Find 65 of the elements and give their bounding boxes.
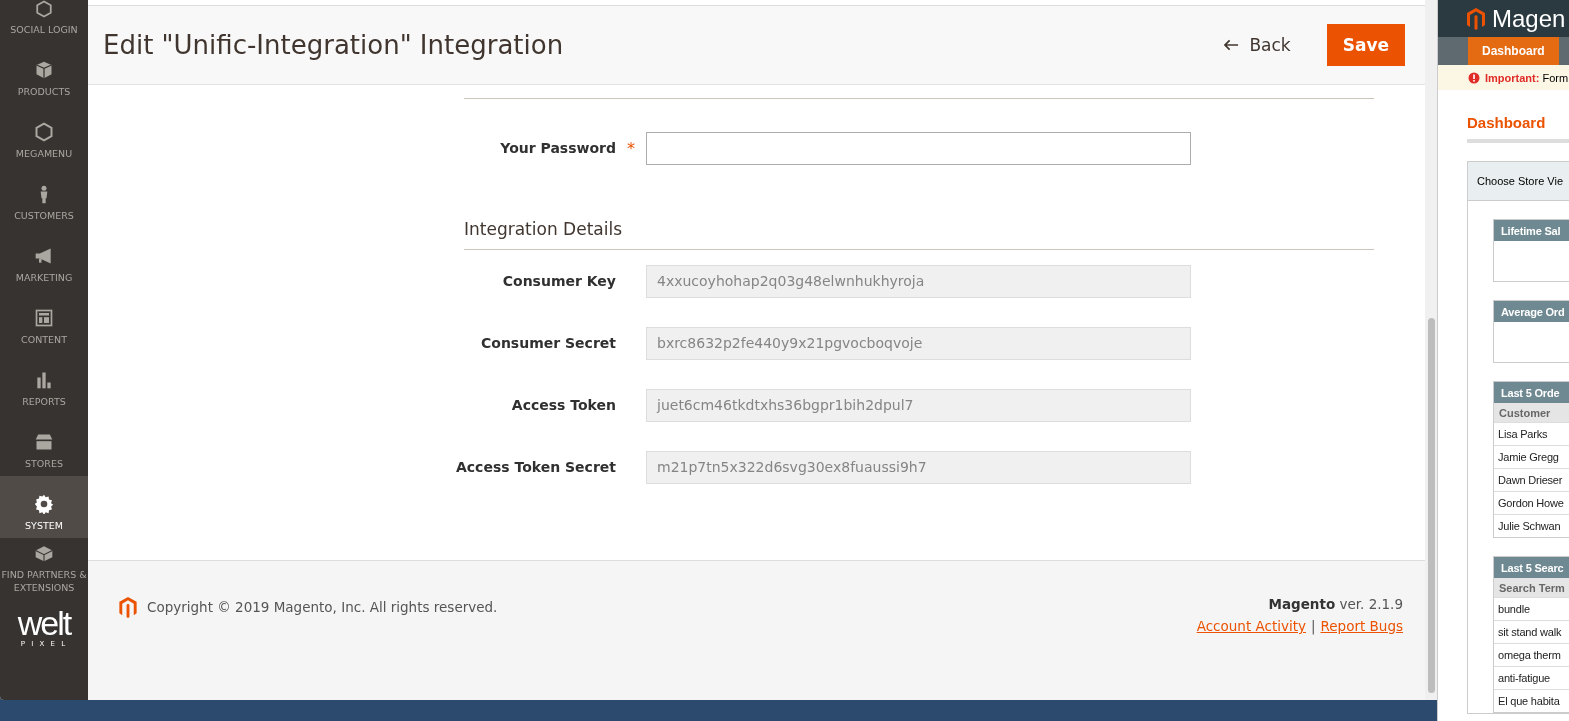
version-text: Magento ver. 2.1.9 bbox=[1268, 596, 1403, 612]
password-field[interactable] bbox=[646, 131, 1191, 165]
bar-chart-icon bbox=[34, 370, 54, 390]
field-label: Access Token Secret bbox=[455, 459, 616, 475]
sidebar-item[interactable]: FIND PARTNERS & EXTENSIONS bbox=[0, 538, 88, 600]
sidebar-item[interactable]: MEGAMENU bbox=[0, 104, 88, 166]
required-mark: * bbox=[626, 138, 636, 158]
page-title: Edit "Unific-Integration" Integration bbox=[103, 30, 565, 60]
widget-title: Average Ord bbox=[1494, 301, 1569, 322]
link-separator: | bbox=[1310, 618, 1316, 634]
section-title: Integration Details bbox=[464, 219, 623, 239]
store-view-label: Choose Store Vie bbox=[1477, 175, 1564, 187]
table-cell: Gordon Howe bbox=[1494, 491, 1569, 514]
field-label: Consumer Key bbox=[501, 273, 616, 289]
table-cell: sit stand walk bbox=[1494, 620, 1569, 643]
hexagon-icon bbox=[34, 122, 54, 142]
table-cell: El que habita bbox=[1494, 689, 1569, 712]
sidebar-item[interactable]: SOCIAL LOGIN bbox=[0, 0, 88, 42]
widget-title: Lifetime Sal bbox=[1494, 220, 1569, 241]
sidebar-item[interactable]: PRODUCTS bbox=[0, 42, 88, 104]
arrow-left-icon bbox=[1224, 39, 1240, 51]
dashboard-heading: Dashboard bbox=[1467, 114, 1569, 143]
layout-icon bbox=[34, 308, 54, 328]
magento-logo-icon bbox=[1466, 6, 1486, 31]
table-cell: anti-fatigue bbox=[1494, 666, 1569, 689]
table-cell: Dawn Drieser bbox=[1494, 468, 1569, 491]
save-button[interactable]: Save bbox=[1326, 24, 1405, 66]
sidebar-item[interactable]: STORES bbox=[0, 414, 88, 476]
box-icon bbox=[34, 60, 54, 80]
settings-icon bbox=[34, 494, 54, 514]
table-cell: Lisa Parks bbox=[1494, 422, 1569, 445]
widget-title: Last 5 Searc bbox=[1494, 557, 1569, 578]
input-field[interactable]: juet6cm46tkdtxhs36bgpr1bih2dpul7 bbox=[646, 388, 1191, 422]
input-field[interactable]: 4xxucoyhohap2q03g48elwnhukhyroja bbox=[646, 264, 1191, 298]
welt-logo: welt bbox=[17, 606, 71, 640]
sidebar-item[interactable]: REPORTS bbox=[0, 352, 88, 414]
table-cell: Julie Schwan bbox=[1494, 514, 1569, 537]
megaphone-icon bbox=[34, 246, 54, 266]
back-button[interactable]: Back bbox=[1218, 34, 1297, 56]
report-bugs-link[interactable]: Report Bugs bbox=[1320, 618, 1403, 634]
input-field[interactable]: bxrc8632p2fe440y9x21pgvocboqvoje bbox=[646, 326, 1191, 360]
field-label: Consumer Secret bbox=[480, 335, 616, 351]
store-icon bbox=[34, 432, 54, 452]
scrollbar[interactable] bbox=[1425, 0, 1437, 700]
warning-icon bbox=[1468, 71, 1480, 84]
magento-logo-icon bbox=[118, 595, 138, 619]
notice-text: Important: Form bbox=[1485, 71, 1569, 84]
dashboard-tab[interactable]: Dashboard bbox=[1468, 37, 1559, 65]
input-field[interactable]: m21p7tn5x322d6svg30ex8fuaussi9h7 bbox=[646, 450, 1191, 484]
account-activity-link[interactable]: Account Activity bbox=[1196, 618, 1306, 634]
sidebar-item[interactable]: CUSTOMERS bbox=[0, 166, 88, 228]
sidebar-item[interactable]: CONTENT bbox=[0, 290, 88, 352]
column-header: Search Term bbox=[1494, 578, 1569, 597]
field-label: Your Password bbox=[499, 140, 616, 156]
column-header: Customer bbox=[1494, 403, 1569, 422]
table-cell: bundle bbox=[1494, 597, 1569, 620]
sidebar-item[interactable]: MARKETING bbox=[0, 228, 88, 290]
logo-text: Magen bbox=[1492, 4, 1566, 33]
table-cell: omega therm bbox=[1494, 643, 1569, 666]
copyright-text: Copyright © 2019 Magento, Inc. All rights reserved. bbox=[147, 599, 498, 615]
table-cell: Jamie Gregg bbox=[1494, 445, 1569, 468]
field-label: Access Token bbox=[510, 397, 616, 413]
sidebar-item[interactable]: SYSTEM bbox=[0, 476, 88, 538]
hexagon-icon bbox=[34, 0, 54, 18]
widget-title: Last 5 Orde bbox=[1494, 382, 1569, 403]
